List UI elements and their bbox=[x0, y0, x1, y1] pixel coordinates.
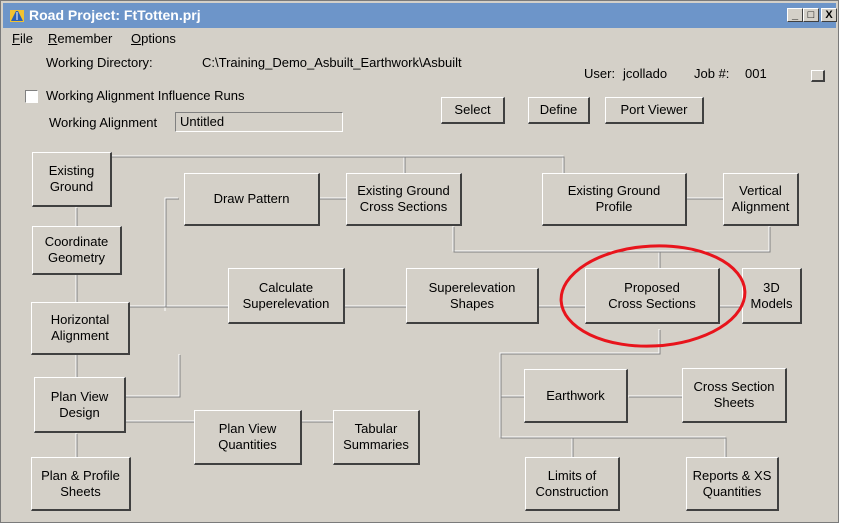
earthwork-button[interactable]: Earthwork bbox=[524, 369, 628, 423]
coordinate-geometry-button[interactable]: Coordinate Geometry bbox=[32, 226, 122, 275]
cross-section-sheets-button[interactable]: Cross Section Sheets bbox=[682, 368, 787, 423]
existing-ground-cross-sections-button[interactable]: Existing Ground Cross Sections bbox=[346, 173, 462, 226]
plan-profile-sheets-button[interactable]: Plan & Profile Sheets bbox=[31, 457, 131, 511]
calculate-superelevation-button[interactable]: Calculate Superelevation bbox=[228, 268, 345, 324]
plan-view-quantities-button[interactable]: Plan View Quantities bbox=[194, 410, 302, 465]
3d-models-button[interactable]: 3D Models bbox=[742, 268, 802, 324]
existing-ground-button[interactable]: Existing Ground bbox=[32, 152, 112, 207]
tabular-summaries-button[interactable]: Tabular Summaries bbox=[333, 410, 420, 465]
plan-view-design-button[interactable]: Plan View Design bbox=[34, 377, 126, 433]
draw-pattern-button[interactable]: Draw Pattern bbox=[184, 173, 320, 226]
limits-of-construction-button[interactable]: Limits of Construction bbox=[525, 457, 620, 511]
existing-ground-profile-button[interactable]: Existing Ground Profile bbox=[542, 173, 687, 226]
reports-xs-quantities-button[interactable]: Reports & XS Quantities bbox=[686, 457, 779, 511]
superelevation-shapes-button[interactable]: Superelevation Shapes bbox=[406, 268, 539, 324]
workflow-connectors bbox=[75, 155, 771, 458]
road-project-window: Road Project: FtTotten.prj _ □ X File Re… bbox=[0, 0, 839, 523]
proposed-cross-sections-button[interactable]: Proposed Cross Sections bbox=[585, 268, 720, 324]
vertical-alignment-button[interactable]: Vertical Alignment bbox=[723, 173, 799, 226]
horizontal-alignment-button[interactable]: Horizontal Alignment bbox=[31, 302, 130, 355]
